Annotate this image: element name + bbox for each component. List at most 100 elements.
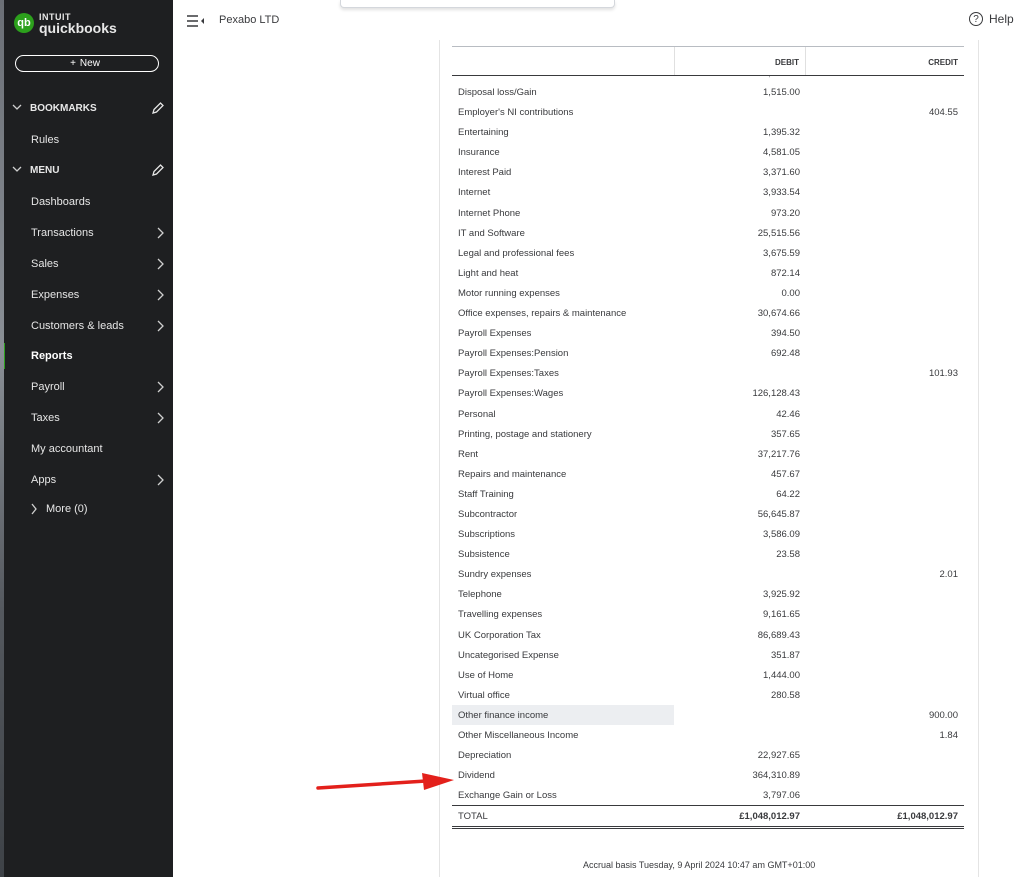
table-row[interactable]: Other finance income 900.00 xyxy=(452,704,964,725)
table-row[interactable]: Printing, postage and stationery 357.65 xyxy=(452,424,964,444)
debit-amount[interactable]: 3,933.54 xyxy=(763,187,800,198)
help-button[interactable]: ? Help xyxy=(969,12,1014,26)
debit-amount[interactable]: 280.58 xyxy=(771,690,800,701)
sidebar-item-dashboards[interactable]: Dashboards xyxy=(0,189,173,215)
debit-amount[interactable]: 4,581.05 xyxy=(763,147,800,158)
debit-amount[interactable]: 64.22 xyxy=(776,489,800,500)
debit-amount[interactable]: 357.65 xyxy=(771,429,800,440)
table-row[interactable]: Insurance 4,581.05 xyxy=(452,142,964,162)
sidebar-item-apps[interactable]: Apps xyxy=(0,467,173,493)
credit-amount[interactable]: 101.93 xyxy=(929,368,958,379)
table-row[interactable]: Travelling expenses 9,161.65 xyxy=(452,604,964,624)
table-row[interactable]: Virtual office 280.58 xyxy=(452,685,964,705)
table-row[interactable]: UK Corporation Tax 86,689.43 xyxy=(452,625,964,645)
debit-amount[interactable]: 25,515.56 xyxy=(758,228,800,239)
table-row[interactable]: Interest Paid 3,371.60 xyxy=(452,162,964,182)
sidebar-item-reports[interactable]: Reports xyxy=(0,343,173,369)
debit-amount[interactable]: 351.87 xyxy=(771,650,800,661)
debit-amount[interactable]: 1,444.00 xyxy=(763,670,800,681)
sidebar-item-label: My accountant xyxy=(31,443,103,455)
table-row[interactable]: Payroll Expenses:Pension 692.48 xyxy=(452,343,964,363)
table-row[interactable]: Use of Home 1,444.00 xyxy=(452,665,964,685)
table-row[interactable]: Disposal loss/Gain 1,515.00 xyxy=(452,82,964,102)
sidebar-item-expenses[interactable]: Expenses xyxy=(0,282,173,308)
table-row[interactable]: Personal 42.46 xyxy=(452,404,964,424)
debit-amount[interactable]: 37,217.76 xyxy=(758,449,800,460)
bookmarks-header[interactable]: BOOKMARKS xyxy=(12,99,164,117)
menu-header[interactable]: MENU xyxy=(12,161,164,179)
sidebar-item-customers-leads[interactable]: Customers & leads xyxy=(0,313,173,339)
debit-amount[interactable]: 3,371.60 xyxy=(763,167,800,178)
table-row[interactable]: Subscriptions 3,586.09 xyxy=(452,524,964,544)
table-row[interactable]: Telephone 3,925.92 xyxy=(452,584,964,604)
credit-amount[interactable]: 2.01 xyxy=(940,569,959,580)
sidebar: qb INTUIT quickbooks + New BOOKMARKS Rul… xyxy=(0,0,173,877)
table-row[interactable]: Depreciation 22,927.65 xyxy=(452,745,964,765)
debit-amount[interactable]: 9,161.65 xyxy=(763,609,800,620)
table-row[interactable]: Light and heat 872.14 xyxy=(452,263,964,283)
quickbooks-logo[interactable]: qb INTUIT quickbooks xyxy=(14,12,117,35)
table-row[interactable]: Payroll Expenses 394.50 xyxy=(452,323,964,343)
debit-amount[interactable]: 0.00 xyxy=(782,288,801,299)
debit-amount[interactable]: 23.58 xyxy=(776,549,800,560)
debit-amount[interactable]: 3,675.59 xyxy=(763,248,800,259)
sidebar-item-payroll[interactable]: Payroll xyxy=(0,374,173,400)
debit-amount[interactable]: 872.14 xyxy=(771,268,800,279)
table-row[interactable]: Subcontractor 56,645.87 xyxy=(452,504,964,524)
debit-amount[interactable]: 86,689.43 xyxy=(758,630,800,641)
debit-column-header[interactable]: DEBIT xyxy=(674,47,806,75)
edit-pencil-icon[interactable] xyxy=(150,161,164,179)
debit-amount[interactable]: 3,925.92 xyxy=(763,589,800,600)
debit-amount[interactable]: 42.46 xyxy=(776,409,800,420)
table-row[interactable]: Payroll Expenses:Wages 126,128.43 xyxy=(452,383,964,403)
account-name: Payroll Expenses:Taxes xyxy=(458,368,559,380)
debit-amount[interactable]: 457.67 xyxy=(771,469,800,480)
account-name: Use of Home xyxy=(458,669,514,681)
table-header: DEBIT CREDIT xyxy=(452,46,964,76)
sidebar-item-taxes[interactable]: Taxes xyxy=(0,405,173,431)
debit-amount[interactable]: 1,515.00 xyxy=(763,87,800,98)
debit-amount[interactable]: 692.48 xyxy=(771,348,800,359)
table-row[interactable]: Motor running expenses 0.00 xyxy=(452,283,964,303)
table-row[interactable]: Repairs and maintenance 457.67 xyxy=(452,464,964,484)
debit-amount[interactable]: 56,645.87 xyxy=(758,509,800,520)
debit-amount[interactable]: 1,395.32 xyxy=(763,127,800,138)
table-row[interactable]: Dividend 364,310.89 xyxy=(452,765,964,785)
table-row[interactable]: Payroll Expenses:Taxes 101.93 xyxy=(452,363,964,383)
sidebar-item-transactions[interactable]: Transactions xyxy=(0,220,173,246)
company-name[interactable]: Pexabo LTD xyxy=(219,14,279,26)
debit-amount[interactable]: 394.50 xyxy=(771,328,800,339)
table-row[interactable]: Exchange Gain or Loss 3,797.06 xyxy=(452,785,964,805)
edit-pencil-icon[interactable] xyxy=(150,99,164,117)
debit-amount[interactable]: 22,927.65 xyxy=(758,750,800,761)
table-row[interactable]: Sundry expenses 2.01 xyxy=(452,564,964,584)
debit-amount[interactable]: 364,310.89 xyxy=(752,770,800,781)
table-row[interactable]: Staff Training 64.22 xyxy=(452,484,964,504)
table-row[interactable]: Internet Phone 973.20 xyxy=(452,203,964,223)
credit-amount[interactable]: 404.55 xyxy=(929,107,958,118)
credit-amount[interactable]: 1.84 xyxy=(940,730,959,741)
debit-amount[interactable]: 973.20 xyxy=(771,208,800,219)
sidebar-item-sales[interactable]: Sales xyxy=(0,251,173,277)
new-button[interactable]: + New xyxy=(15,55,159,72)
table-row[interactable]: Uncategorised Expense 351.87 xyxy=(452,645,964,665)
table-row[interactable]: Employer's NI contributions 404.55 xyxy=(452,102,964,122)
sidebar-item-my-accountant[interactable]: My accountant xyxy=(0,436,173,462)
credit-column-header[interactable]: CREDIT xyxy=(928,58,958,67)
credit-amount[interactable]: 900.00 xyxy=(929,710,958,721)
debit-amount[interactable]: 3,586.09 xyxy=(763,529,800,540)
debit-amount[interactable]: 30,674.66 xyxy=(758,308,800,319)
table-row[interactable]: Subsistence 23.58 xyxy=(452,544,964,564)
table-row[interactable]: Internet 3,933.54 xyxy=(452,182,964,202)
debit-amount[interactable]: 3,797.06 xyxy=(763,790,800,801)
sidebar-item-rules[interactable]: Rules xyxy=(0,127,173,153)
table-row[interactable]: Other Miscellaneous Income 1.84 xyxy=(452,725,964,745)
table-row[interactable]: Entertaining 1,395.32 xyxy=(452,122,964,142)
table-row[interactable]: Office expenses, repairs & maintenance 30… xyxy=(452,303,964,323)
table-row[interactable]: Rent 37,217.76 xyxy=(452,444,964,464)
table-row[interactable]: IT and Software 25,515.56 xyxy=(452,223,964,243)
debit-amount[interactable]: 126,128.43 xyxy=(752,388,800,399)
collapse-menu-icon[interactable] xyxy=(186,14,206,28)
sidebar-more-button[interactable]: More (0) xyxy=(30,502,88,516)
table-row[interactable]: Legal and professional fees 3,675.59 xyxy=(452,243,964,263)
